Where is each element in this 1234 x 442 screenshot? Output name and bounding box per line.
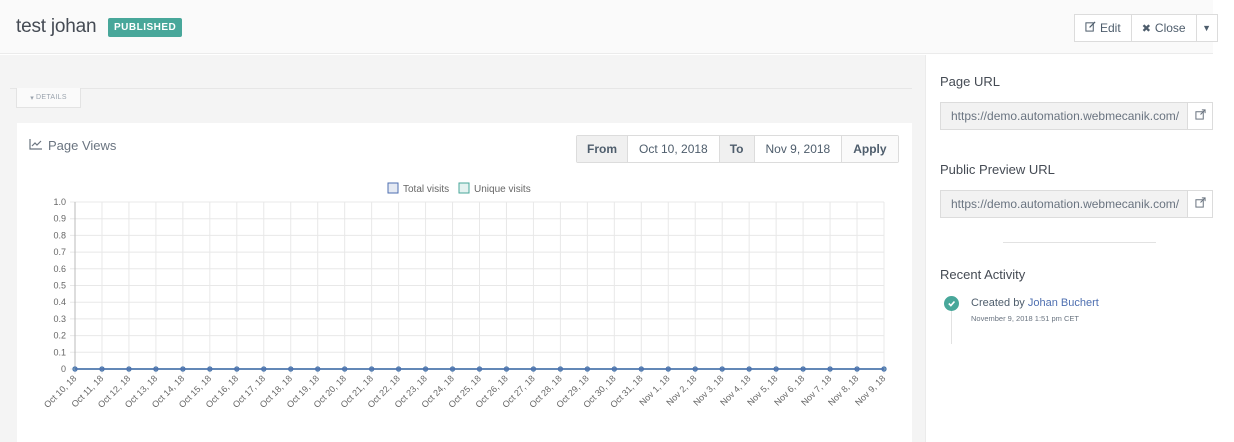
edit-icon xyxy=(1085,21,1096,35)
page-views-chart: 00.10.20.30.40.50.60.70.80.91.0Oct 10, 1… xyxy=(42,182,887,410)
close-button[interactable]: ✖ Close xyxy=(1130,14,1197,42)
y-tick-label: 0.6 xyxy=(53,264,66,274)
data-point xyxy=(638,366,644,372)
y-tick-label: 0 xyxy=(61,364,66,374)
recent-activity-heading: Recent Activity xyxy=(940,267,1026,282)
timeline-line xyxy=(951,309,952,344)
preview-url-field[interactable]: https://demo.automation.webmecanik.com/ xyxy=(940,190,1213,218)
external-link-icon xyxy=(1194,107,1206,125)
data-point xyxy=(881,366,887,372)
data-point xyxy=(692,366,698,372)
data-point xyxy=(315,366,321,372)
edit-button[interactable]: Edit xyxy=(1074,14,1132,42)
data-point xyxy=(369,366,375,372)
data-point xyxy=(827,366,833,372)
details-toggle[interactable]: ▾ DETAILS xyxy=(16,88,81,108)
data-point xyxy=(476,366,483,372)
header-button-group: Edit ✖ Close ▼ xyxy=(1074,14,1218,42)
activity-description: Created by Johan Buchert xyxy=(971,297,1099,309)
legend-item: Total visits xyxy=(387,182,449,195)
sidebar-divider xyxy=(1003,242,1156,243)
legend-label: Unique visits xyxy=(474,184,531,195)
data-point xyxy=(719,366,725,372)
y-tick-label: 1.0 xyxy=(53,197,66,207)
status-badge: PUBLISHED xyxy=(108,18,183,37)
preview-url-value[interactable]: https://demo.automation.webmecanik.com/ xyxy=(941,191,1188,217)
data-point xyxy=(773,366,779,372)
data-point xyxy=(530,366,537,372)
legend-item: Unique visits xyxy=(458,182,531,195)
legend-swatch xyxy=(458,182,470,194)
y-tick-label: 0.5 xyxy=(53,281,66,291)
edit-button-label: Edit xyxy=(1100,21,1121,35)
page-title: test johan xyxy=(16,16,97,37)
legend-swatch xyxy=(387,182,399,194)
data-point xyxy=(180,366,186,372)
page-url-field[interactable]: https://demo.automation.webmecanik.com/ xyxy=(940,102,1213,130)
data-point xyxy=(99,366,105,372)
data-point xyxy=(153,366,159,372)
data-point xyxy=(422,366,429,372)
right-sidebar: Page URL https://demo.automation.webmeca… xyxy=(927,55,1213,442)
caret-down-icon: ▼ xyxy=(1202,23,1212,33)
y-tick-label: 0.8 xyxy=(53,230,66,240)
legend-label: Total visits xyxy=(403,184,449,195)
data-point xyxy=(234,366,240,372)
data-point xyxy=(72,366,78,372)
y-tick-label: 0.3 xyxy=(53,314,66,324)
external-link-icon xyxy=(1194,195,1206,213)
main-content: ▾ DETAILS Page Views From Oct 10, 2018 T… xyxy=(0,55,926,442)
data-point xyxy=(288,366,294,372)
data-point xyxy=(261,366,267,372)
page-url-heading: Page URL xyxy=(940,74,1000,89)
external-link-button[interactable] xyxy=(1188,191,1212,217)
page-views-panel: Page Views From Oct 10, 2018 To Nov 9, 2… xyxy=(17,123,912,442)
y-tick-label: 0.2 xyxy=(53,331,66,341)
data-point xyxy=(665,366,671,372)
data-point xyxy=(746,366,752,372)
data-point xyxy=(800,366,806,372)
details-divider xyxy=(10,88,912,89)
data-point xyxy=(611,366,617,372)
close-button-label: Close xyxy=(1154,21,1186,35)
data-point xyxy=(342,366,348,372)
activity-prefix: Created by xyxy=(971,297,1025,309)
external-link-button[interactable] xyxy=(1188,103,1212,129)
close-icon: ✖ xyxy=(1141,22,1151,35)
data-point xyxy=(395,366,402,372)
caret-down-icon: ▾ xyxy=(30,94,35,102)
data-point xyxy=(854,366,860,372)
preview-url-heading: Public Preview URL xyxy=(940,162,1055,177)
data-point xyxy=(557,366,564,372)
data-point xyxy=(584,366,590,372)
data-point xyxy=(503,366,510,372)
data-point xyxy=(126,366,132,372)
y-tick-label: 0.1 xyxy=(53,347,66,357)
page-header: test johan PUBLISHED Edit ✖ Close ▼ xyxy=(0,0,1218,54)
data-point xyxy=(449,366,456,372)
y-tick-label: 0.7 xyxy=(53,247,66,257)
more-options-button[interactable]: ▼ xyxy=(1195,14,1218,42)
activity-user-link[interactable]: Johan Buchert xyxy=(1028,297,1099,309)
check-icon xyxy=(944,296,959,311)
details-toggle-label: DETAILS xyxy=(36,94,67,101)
page-url-value[interactable]: https://demo.automation.webmecanik.com/ xyxy=(941,103,1188,129)
y-tick-label: 0.9 xyxy=(53,214,66,224)
activity-timestamp: November 9, 2018 1:51 pm CET xyxy=(971,314,1079,323)
y-tick-label: 0.4 xyxy=(53,297,66,307)
data-point xyxy=(207,366,213,372)
